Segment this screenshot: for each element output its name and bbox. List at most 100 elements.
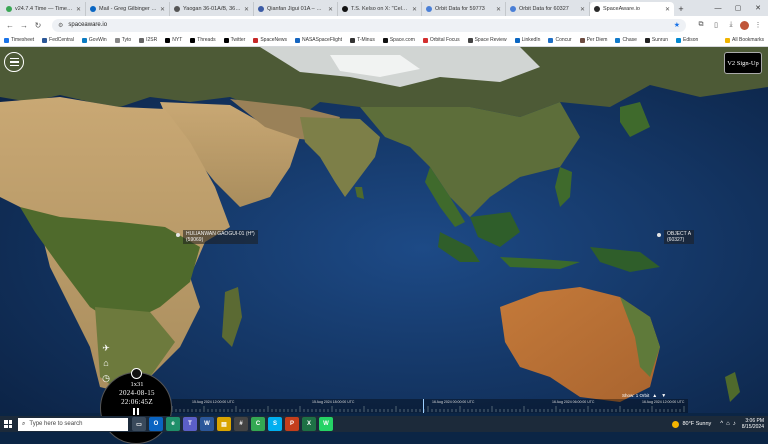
bookmark-label: Space Review [474, 37, 507, 43]
bookmark-item[interactable]: FedCentral [42, 37, 74, 43]
weather-widget[interactable]: 80°F Sunny [672, 420, 711, 428]
close-tab-icon[interactable]: ✕ [665, 6, 670, 13]
teams-icon[interactable]: T [183, 417, 197, 431]
browser-tab[interactable]: v24.7.4 Time — Timeshe...✕ [2, 2, 86, 16]
home-icon[interactable]: ⌂ [101, 358, 111, 368]
timeline-label: 15 Aug 2024 12:00:00 UTC [192, 400, 235, 404]
bookmark-item[interactable]: Threads [190, 37, 216, 43]
network-icon[interactable]: ⌂ [726, 421, 730, 427]
task-view-icon[interactable]: ▭ [132, 417, 146, 431]
browser-tab[interactable]: T.S. Kelso on X: "CelesTra...✕ [338, 2, 422, 16]
tray-date: 8/15/2024 [741, 424, 764, 430]
chevron-up-icon[interactable]: ^ [720, 421, 723, 427]
clock-tray[interactable]: 3:06 PM 8/15/2024 [742, 418, 764, 430]
bookmark-item[interactable]: Edison [676, 37, 698, 43]
excel-icon[interactable]: X [302, 417, 316, 431]
browser-tab[interactable]: Orbit Data for 60327 ✕ [506, 2, 590, 16]
bookmark-favicon-icon [223, 37, 229, 43]
tab-strip: v24.7.4 Time — Timeshe...✕Mail - Greg Gi… [2, 2, 674, 16]
bookmark-item[interactable]: LinkedIn [514, 37, 540, 43]
tab-favicon-icon [258, 6, 264, 12]
bookmark-item[interactable]: Twitter [223, 37, 245, 43]
browser-menu-icon[interactable]: ⋮ [752, 19, 764, 31]
outlook-icon[interactable]: O [149, 417, 163, 431]
site-info-icon[interactable]: ⚙ [58, 22, 63, 29]
close-tab-icon[interactable]: ✕ [328, 6, 333, 13]
satellite-dot[interactable] [657, 233, 661, 237]
bookmark-item[interactable]: T-Minus [350, 37, 375, 43]
powerpoint-icon[interactable]: P [285, 417, 299, 431]
close-tab-icon[interactable]: ✕ [580, 6, 585, 13]
close-tab-icon[interactable]: ✕ [244, 6, 249, 13]
bookmark-favicon-icon [350, 37, 356, 43]
address-bar[interactable]: ⚙ spaceaware.io ★ [52, 18, 686, 32]
chevron-down-icon[interactable]: ▼ [661, 393, 667, 399]
bookmark-label: Orbital Focus [429, 37, 460, 43]
time-dial-knob[interactable] [131, 368, 142, 379]
back-icon[interactable]: ← [4, 19, 16, 31]
bookmark-item[interactable]: NYT [165, 37, 182, 43]
close-tab-icon[interactable]: ✕ [496, 6, 501, 13]
hamburger-menu-icon[interactable] [4, 52, 24, 72]
bookmark-item[interactable]: SpaceNews [253, 37, 287, 43]
bookmark-item[interactable]: Timesheet [4, 37, 34, 43]
browser-tab[interactable]: SpaceAware.io ✕ [590, 2, 674, 16]
timeline-bar[interactable]: 15 Aug 2024 12:00:00 UTC 15 Aug 2024 18:… [172, 399, 688, 413]
bookmark-item[interactable]: Tyto [114, 37, 131, 43]
start-button[interactable] [0, 416, 16, 432]
calculator-icon[interactable]: # [234, 417, 248, 431]
profile-avatar[interactable] [740, 20, 749, 30]
close-tab-icon[interactable]: ✕ [160, 6, 165, 13]
bookmark-item[interactable]: Chase [615, 37, 637, 43]
pause-icon[interactable] [133, 408, 140, 415]
earth-map[interactable]: HULIANWAN GAOGUI-01 (H*) (59069) OBJECT … [0, 47, 768, 413]
maximize-icon[interactable]: ▢ [728, 0, 748, 16]
satellite-marker-object-a[interactable]: OBJECT A (60327) [657, 230, 695, 244]
v2-signup-button[interactable]: V2 Sign-Up [724, 52, 762, 74]
all-bookmarks-button[interactable]: All Bookmarks [725, 37, 764, 43]
sidepanel-icon[interactable]: ▯ [710, 19, 722, 31]
forward-icon[interactable]: → [18, 19, 30, 31]
bookmark-item[interactable]: Orbital Focus [422, 37, 460, 43]
new-tab-button[interactable]: + [674, 2, 688, 16]
edge-icon[interactable]: e [166, 417, 180, 431]
bookmark-star-icon[interactable]: ★ [674, 21, 680, 29]
satellite-label: OBJECT A (60327) [664, 230, 695, 244]
close-tab-icon[interactable]: ✕ [76, 6, 81, 13]
bookmark-item[interactable]: I2SR [139, 37, 157, 43]
bookmark-favicon-icon [295, 37, 301, 43]
timeline-current-marker[interactable] [423, 399, 424, 413]
downloads-icon[interactable]: ⤓ [725, 19, 737, 31]
bookmark-item[interactable]: Space.com [382, 37, 415, 43]
browser-tab-bar: v24.7.4 Time — Timeshe...✕Mail - Greg Gi… [0, 0, 768, 16]
bookmark-item[interactable]: Per Diem [579, 37, 607, 43]
bookmark-item[interactable]: GovWin [81, 37, 107, 43]
minimize-icon[interactable]: — [708, 0, 728, 16]
chrome-icon[interactable]: C [251, 417, 265, 431]
system-tray: 80°F Sunny ^ ⌂ ♪ 3:06 PM 8/15/2024 [672, 418, 768, 430]
volume-icon[interactable]: ♪ [733, 421, 736, 427]
bookmark-item[interactable]: Sunrun [644, 37, 668, 43]
browser-tab[interactable]: Yaogan 36-01A/B, 36-02...✕ [170, 2, 254, 16]
browser-tab[interactable]: Mail - Greg Gilbinger (Inte...✕ [86, 2, 170, 16]
taskbar-search-box[interactable]: ⌕ Type here to search [18, 417, 128, 431]
tab-title: Orbit Data for 59773 [435, 6, 485, 12]
bookmark-item[interactable]: Space Review [467, 37, 507, 43]
satellite-marker-hulianwan[interactable]: HULIANWAN GAOGUI-01 (H*) (59069) [176, 230, 258, 244]
satellite-dot[interactable] [176, 233, 180, 237]
chevron-up-icon[interactable]: ▲ [652, 393, 658, 399]
satellite-icon[interactable]: ✈ [101, 343, 111, 353]
file-explorer-icon[interactable]: ▤ [217, 417, 231, 431]
extensions-icon[interactable]: ⧉ [695, 19, 707, 31]
whatsapp-icon[interactable]: W [319, 417, 333, 431]
word-icon[interactable]: W [200, 417, 214, 431]
bookmark-item[interactable]: NASASpaceFlight [295, 37, 342, 43]
browser-tab[interactable]: Qianfan Jigui 01A – R - C...✕ [254, 2, 338, 16]
bookmark-item[interactable]: Concur [548, 37, 572, 43]
skype-icon[interactable]: S [268, 417, 282, 431]
close-tab-icon[interactable]: ✕ [412, 6, 417, 13]
reload-icon[interactable]: ↻ [32, 19, 44, 31]
time-control-dial[interactable]: 1x31 2024-08-15 22:06:45Z [100, 368, 172, 444]
close-window-icon[interactable]: ✕ [748, 0, 768, 16]
browser-tab[interactable]: Orbit Data for 59773 ✕ [422, 2, 506, 16]
